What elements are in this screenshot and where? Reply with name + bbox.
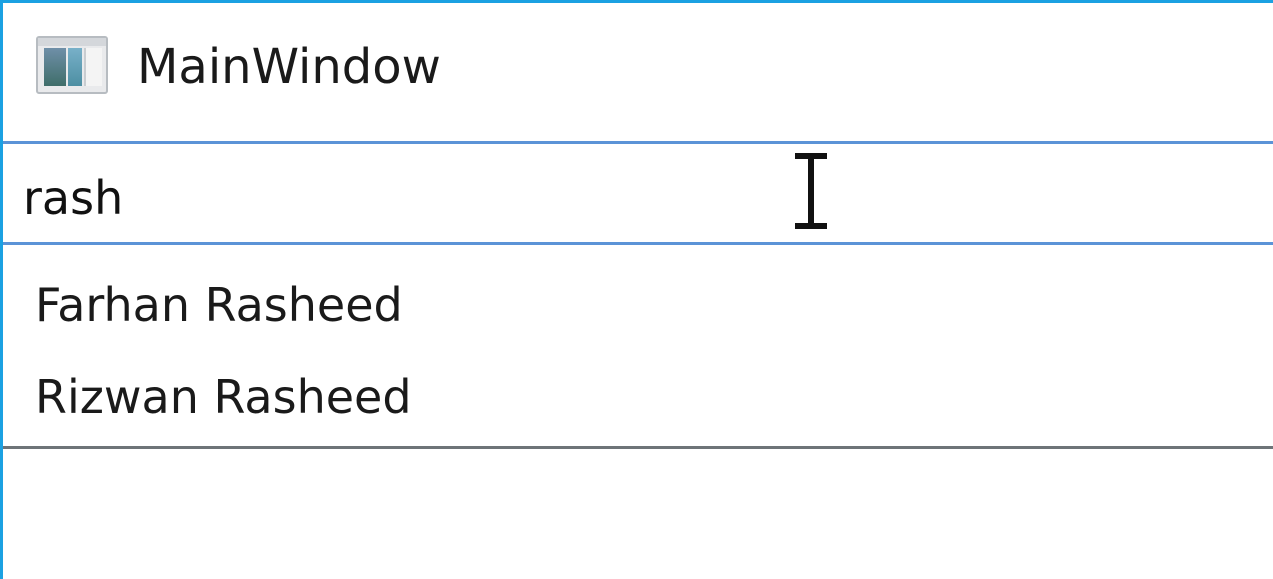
list-item[interactable]: Farhan Rasheed [35,275,403,335]
window-title: MainWindow [137,39,441,95]
title-bar[interactable]: MainWindow [3,3,1273,139]
main-window: MainWindow rash Farhan Rasheed Rizwan Ra… [0,0,1273,579]
search-results-list: Farhan Rasheed Rizwan Rasheed [3,246,1273,449]
search-input-value: rash [23,171,124,225]
search-input[interactable]: rash [3,141,1273,245]
app-window-icon [36,36,108,94]
text-cursor-icon [793,153,829,229]
list-item[interactable]: Rizwan Rasheed [35,367,412,427]
